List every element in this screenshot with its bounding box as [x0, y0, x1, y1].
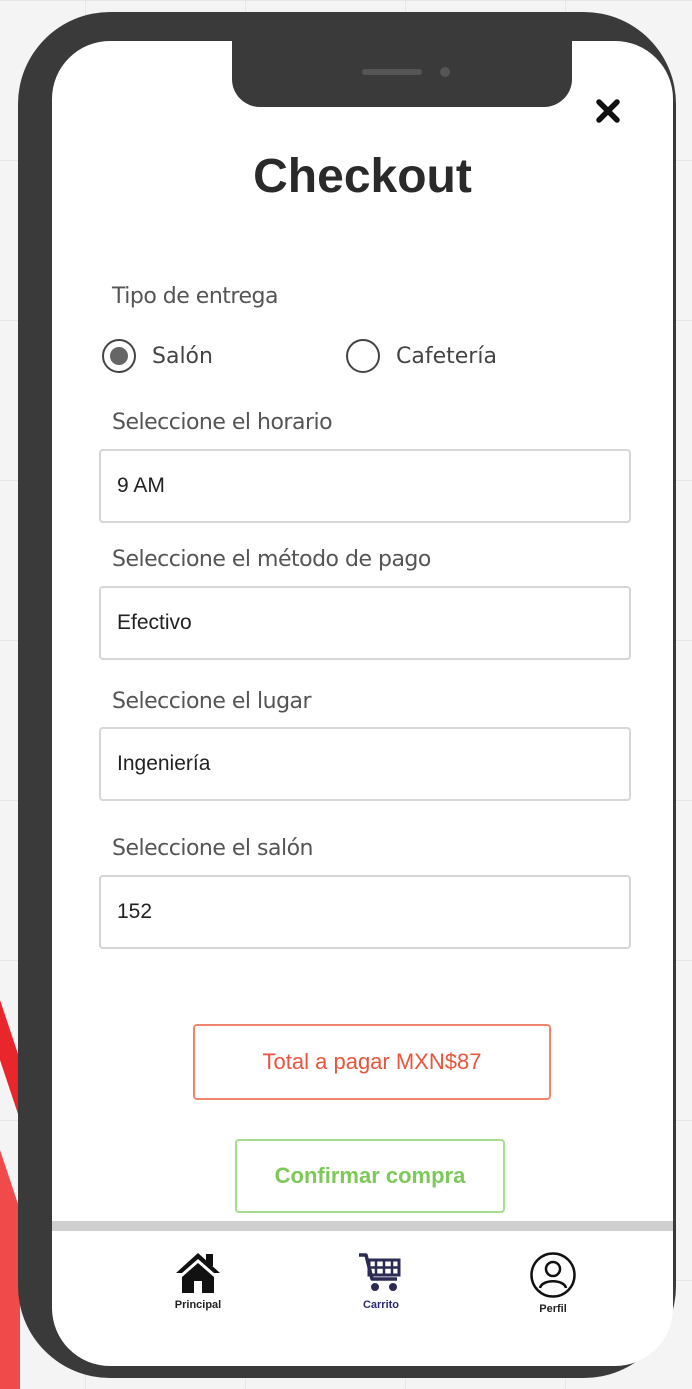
room-label: Seleccione el salón	[112, 836, 313, 861]
radio-circle-selected	[102, 339, 136, 373]
phone-notch	[232, 41, 572, 107]
schedule-label: Seleccione el horario	[112, 410, 333, 435]
red-decoration	[0, 1000, 20, 1389]
bottom-nav-divider	[52, 1221, 673, 1231]
home-icon	[176, 1253, 220, 1293]
cart-icon	[359, 1253, 401, 1291]
radio-cafeteria-label: Cafetería	[396, 343, 497, 369]
confirm-purchase-button[interactable]: Confirmar compra	[235, 1139, 505, 1213]
nav-item-carrito[interactable]: Carrito	[336, 1251, 426, 1311]
speaker-grille	[362, 69, 422, 75]
nav-item-principal[interactable]: Principal	[153, 1251, 243, 1311]
radio-cafeteria[interactable]: Cafetería	[346, 339, 497, 373]
radio-salon-label: Salón	[152, 343, 213, 369]
close-button[interactable]	[588, 91, 628, 131]
nav-label-principal: Principal	[174, 1299, 222, 1311]
user-icon	[530, 1252, 576, 1298]
payment-method-select[interactable]: Efectivo	[99, 586, 631, 660]
place-select[interactable]: Ingeniería	[99, 727, 631, 801]
schedule-select[interactable]: 9 AM	[99, 449, 631, 523]
checkout-screen: Checkout Tipo de entrega Salón Cafetería…	[52, 41, 673, 1366]
room-input[interactable]: 152	[99, 875, 631, 949]
radio-circle-unselected	[346, 339, 380, 373]
nav-label-perfil: Perfil	[539, 1303, 567, 1315]
radio-dot	[110, 347, 128, 365]
close-icon	[596, 99, 620, 123]
radio-salon[interactable]: Salón	[102, 339, 213, 373]
total-amount-box: Total a pagar MXN$87	[193, 1024, 551, 1100]
payment-method-label: Seleccione el método de pago	[112, 547, 431, 572]
nav-item-perfil[interactable]: Perfil	[508, 1251, 598, 1315]
camera-dot	[440, 67, 450, 77]
delivery-type-label: Tipo de entrega	[112, 284, 278, 309]
place-label: Seleccione el lugar	[112, 689, 312, 714]
page-title: Checkout	[253, 150, 472, 203]
nav-label-carrito: Carrito	[362, 1299, 400, 1311]
phone-frame: Checkout Tipo de entrega Salón Cafetería…	[18, 12, 676, 1378]
